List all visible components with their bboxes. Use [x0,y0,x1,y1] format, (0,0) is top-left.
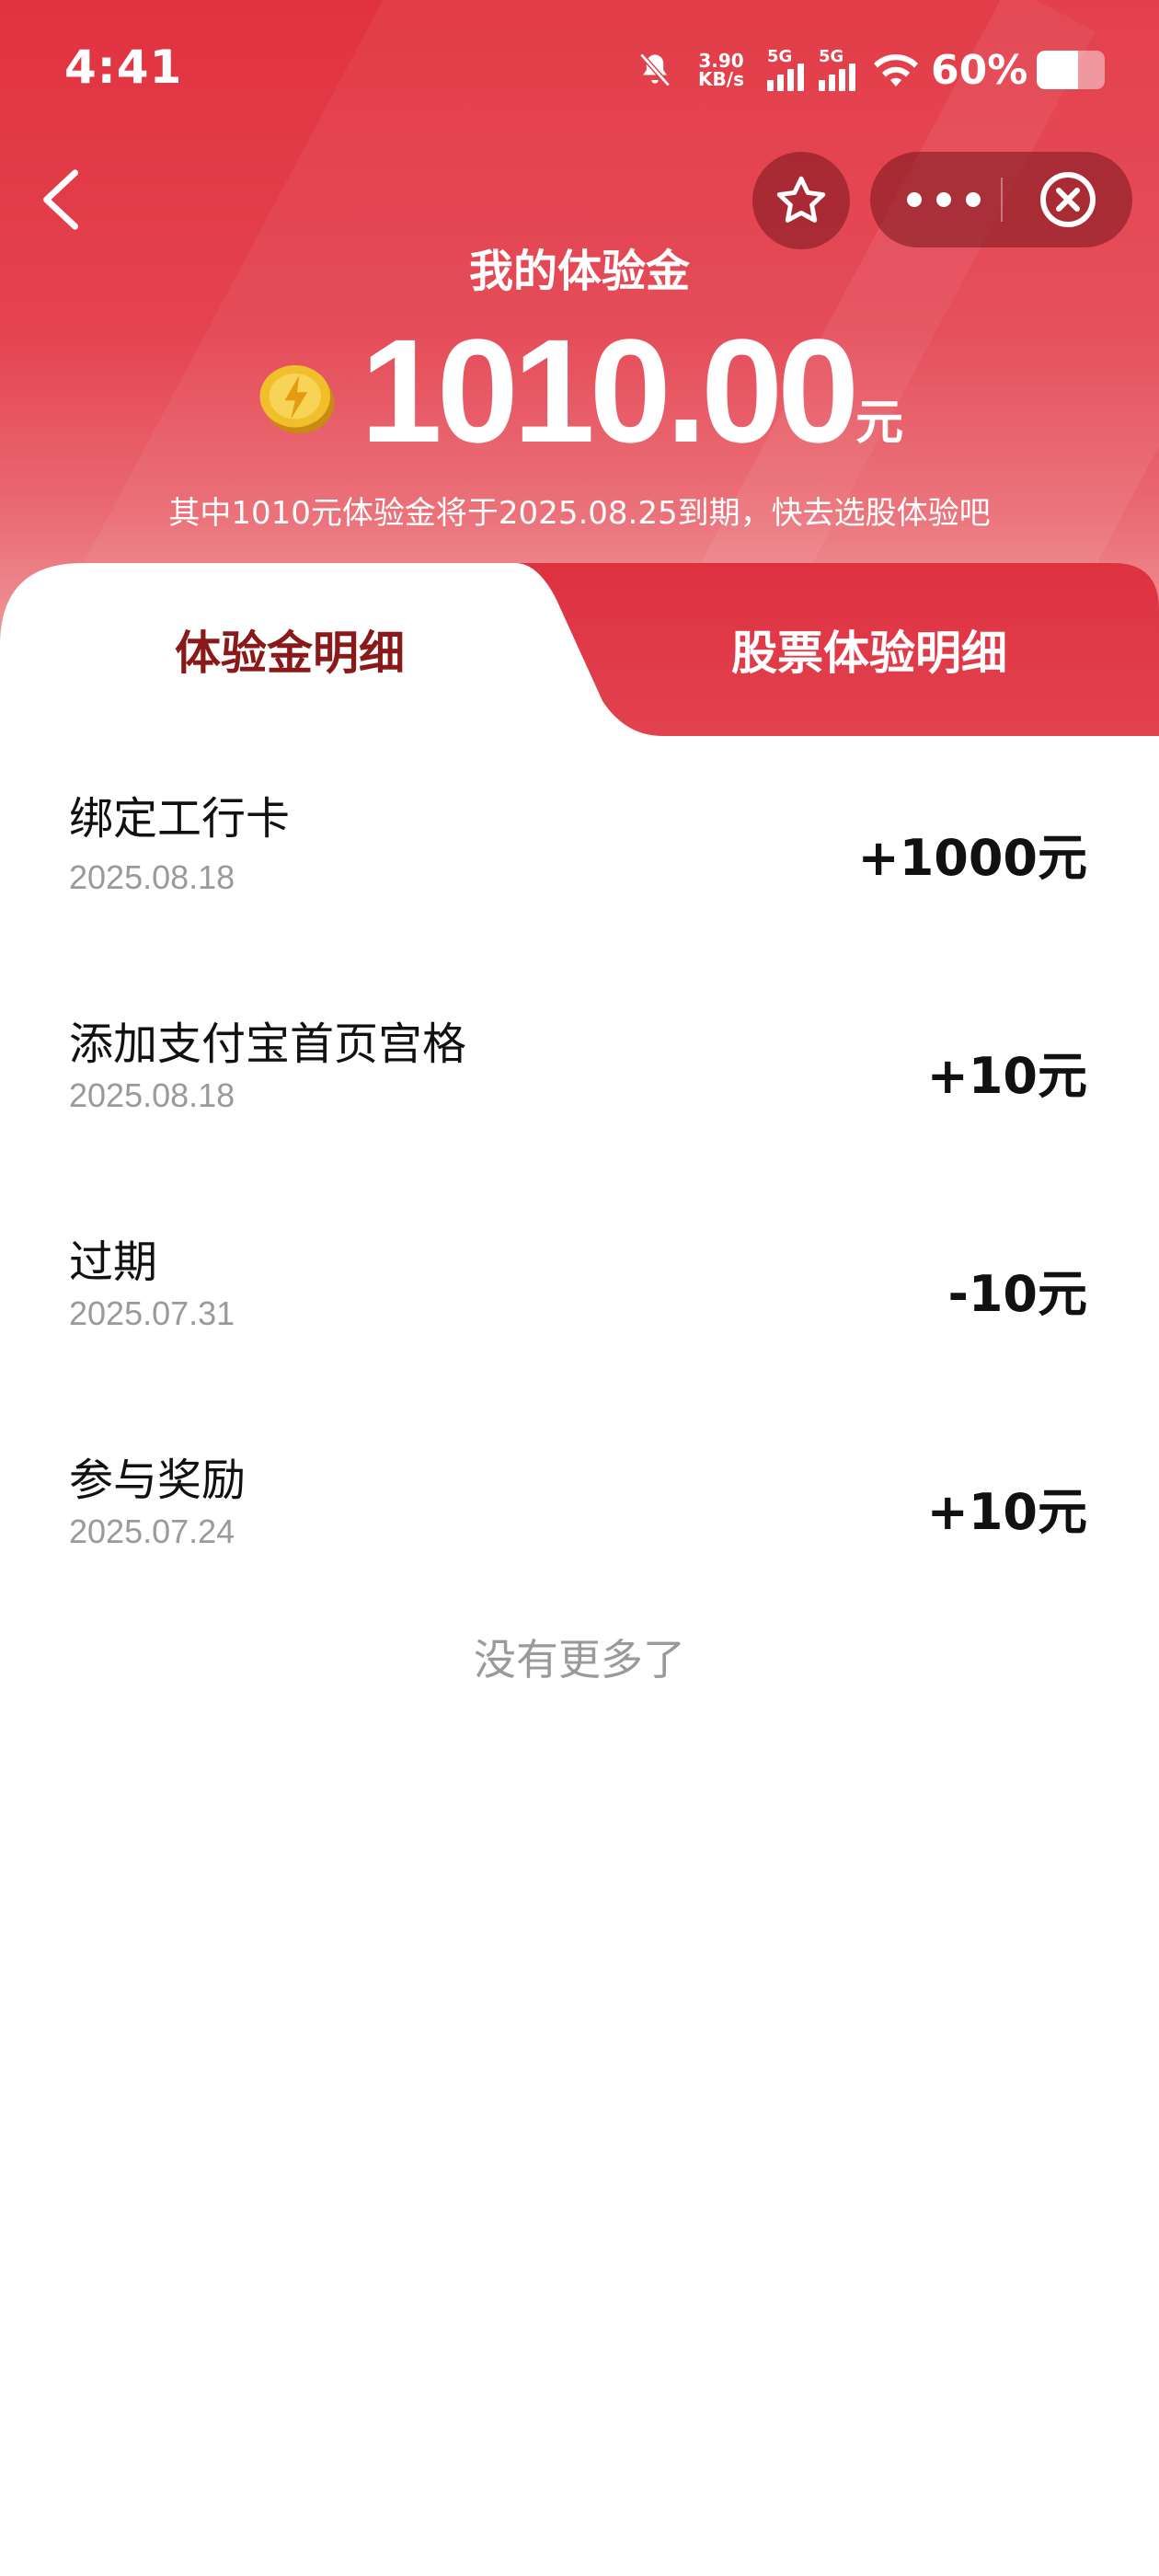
tab-stock-detail[interactable]: 股票体验明细 [580,563,1159,736]
network-speed: 3.90 KB/s [695,52,747,88]
record-title: 过期 [69,1236,158,1288]
signal-icon: 5G [819,47,855,91]
balance-amount: 1010.00 [360,308,859,473]
star-icon [776,176,826,223]
signal-label: 5G [819,47,844,66]
status-time: 4:41 [64,40,183,94]
list-end-text: 没有更多了 [474,1635,685,1685]
record-title: 添加支付宝首页宫格 [69,1018,467,1070]
record-date: 2025.08.18 [69,858,235,896]
battery-icon [1037,51,1106,89]
bell-muted-icon [639,52,671,87]
record-date: 2025.07.24 [69,1512,235,1550]
more-icon[interactable] [907,179,981,220]
record-amount: +10元 [926,1047,1087,1105]
balance-display: 1010.00 元 [0,308,1159,473]
expiry-notice: 其中1010元体验金将于2025.08.25到期，快去选股体验吧 [168,495,991,532]
record-date: 2025.07.31 [69,1294,235,1332]
back-chevron-icon[interactable] [35,167,90,232]
tab-experience-detail[interactable]: 体验金明细 [0,563,580,736]
record-amount: -10元 [947,1265,1087,1323]
coin-icon [259,365,335,434]
record-amount: +1000元 [857,829,1087,887]
battery-percent: 60% [931,46,1028,94]
status-indicators: 3.90 KB/s 5G 5G 60% [635,42,1106,98]
record-title: 参与奖励 [69,1455,247,1506]
page-title: 我的体验金 [468,246,690,297]
balance-unit: 元 [855,396,904,451]
mini-program-capsule [870,152,1132,247]
close-circle-icon[interactable] [1039,170,1097,229]
signal-label: 5G [767,47,793,66]
wifi-icon [874,54,918,86]
tab-bar: 体验金明细 股票体验明细 [0,563,1159,736]
capsule-divider [1001,178,1003,222]
speed-value: 3.90 [698,50,744,72]
speed-unit: KB/s [698,68,744,90]
record-list: 绑定工行卡 2025.08.18 +1000元 添加支付宝首页宫格 2025.0… [0,736,1159,1608]
list-item: 过期 2025.07.31 -10元 [0,1172,1159,1390]
signal-icon: 5G [767,47,804,91]
record-date: 2025.08.18 [69,1076,235,1114]
record-title: 绑定工行卡 [69,793,291,845]
list-item: 参与奖励 2025.07.24 +10元 [0,1390,1159,1608]
record-amount: +10元 [926,1483,1087,1541]
list-item: 添加支付宝首页宫格 2025.08.18 +10元 [0,954,1159,1172]
status-bar: 4:41 3.90 KB/s 5G 5G 60% [0,0,1159,138]
list-item: 绑定工行卡 2025.08.18 +1000元 [0,736,1159,954]
